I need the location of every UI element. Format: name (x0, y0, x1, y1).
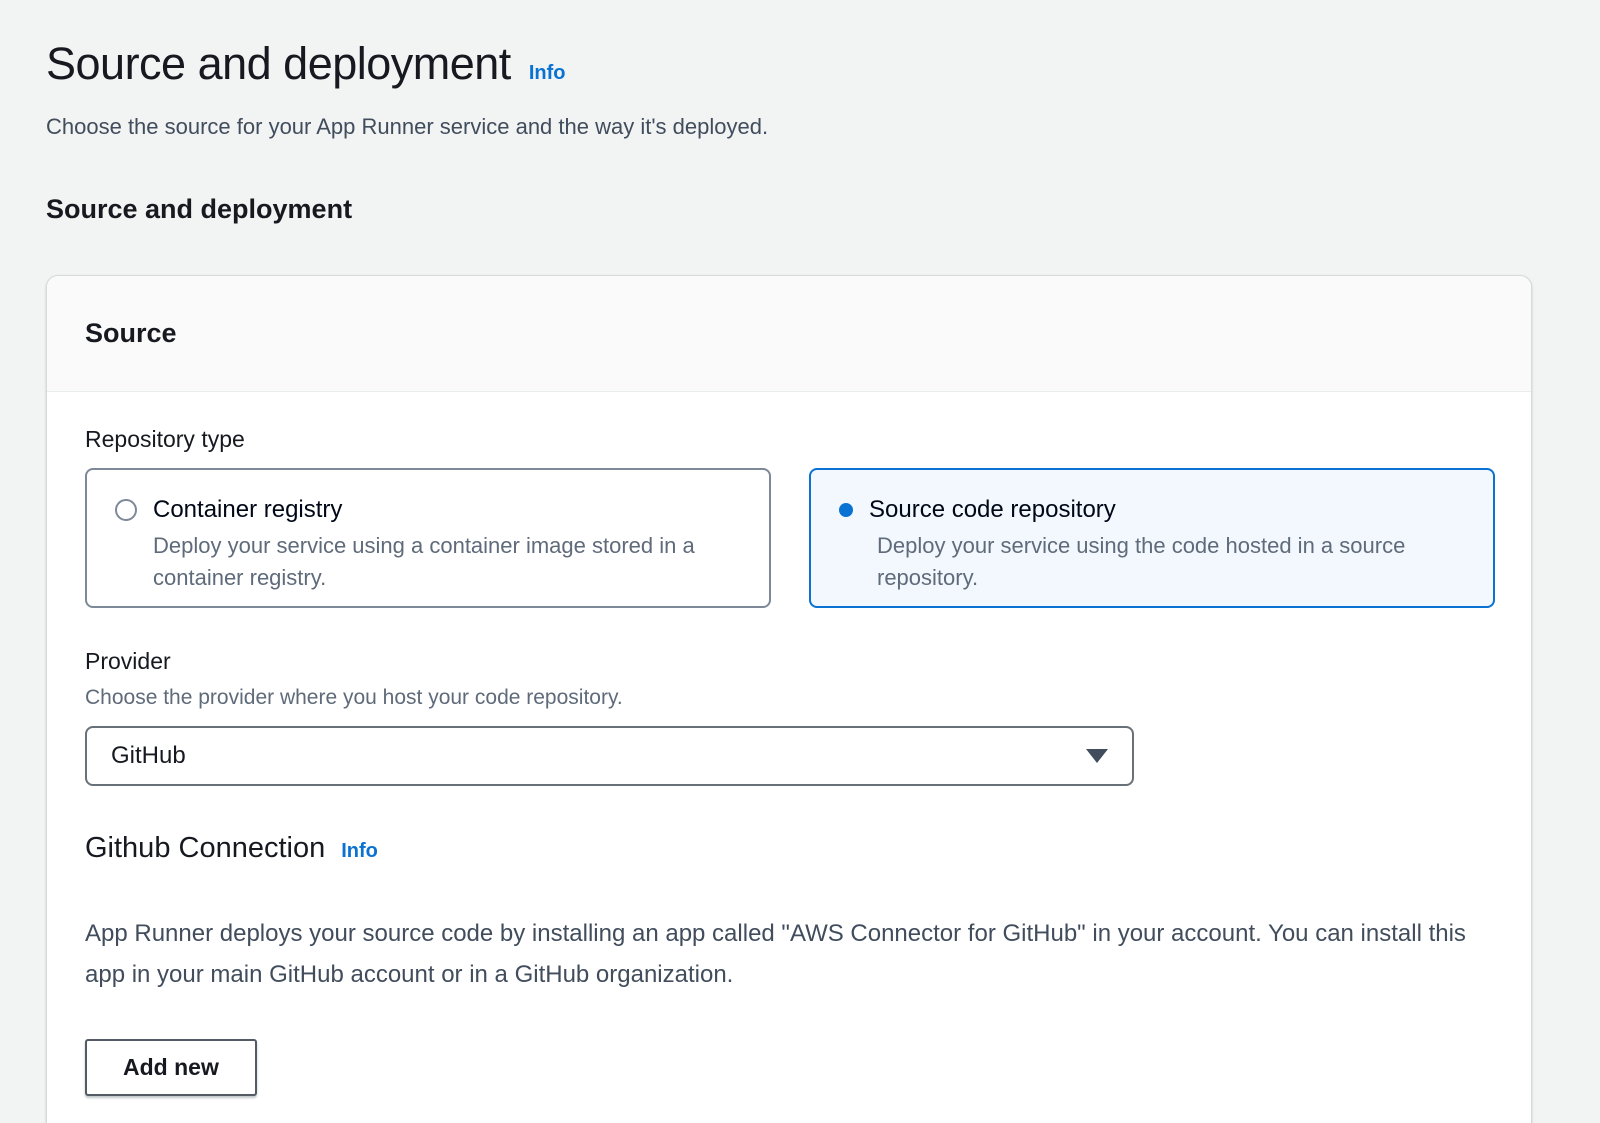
tile-source-code-repository-description: Deploy your service using the code hoste… (877, 530, 1437, 594)
tile-container-registry-title: Container registry (153, 496, 342, 524)
source-card: Source Repository type Container registr… (46, 275, 1532, 1123)
radio-source-code-repository-icon[interactable] (839, 503, 853, 517)
page-header: Source and deployment Info (46, 38, 1554, 90)
source-card-title: Source (85, 318, 1493, 349)
repository-type-label: Repository type (85, 424, 1493, 454)
source-card-header: Source (47, 276, 1531, 392)
github-connection-body: App Runner deploys your source code by i… (85, 913, 1475, 995)
source-card-body: Repository type Container registry Deplo… (47, 392, 1531, 1123)
provider-select-value: GitHub (111, 742, 186, 770)
provider-label: Provider (85, 646, 1493, 676)
github-connection-header: Github Connection Info (85, 832, 1493, 865)
provider-select[interactable]: GitHub (85, 726, 1134, 786)
page-subtitle: Choose the source for your App Runner se… (46, 112, 1554, 142)
github-connection-info-link[interactable]: Info (341, 840, 378, 863)
tile-source-code-repository[interactable]: Source code repository Deploy your servi… (809, 468, 1495, 608)
provider-description: Choose the provider where you host your … (85, 684, 1493, 712)
github-connection-heading: Github Connection (85, 832, 325, 865)
page-info-link[interactable]: Info (529, 62, 566, 85)
add-new-button[interactable]: Add new (85, 1039, 257, 1096)
radio-container-registry-icon[interactable] (115, 499, 137, 521)
section-heading: Source and deployment (46, 194, 1554, 225)
tile-container-registry[interactable]: Container registry Deploy your service u… (85, 468, 771, 608)
tile-source-code-repository-title: Source code repository (869, 496, 1116, 524)
tile-container-registry-description: Deploy your service using a container im… (153, 530, 713, 594)
page: Source and deployment Info Choose the so… (0, 0, 1600, 1123)
caret-down-icon (1086, 749, 1108, 763)
repository-type-tiles: Container registry Deploy your service u… (85, 468, 1495, 608)
page-title: Source and deployment (46, 38, 511, 90)
